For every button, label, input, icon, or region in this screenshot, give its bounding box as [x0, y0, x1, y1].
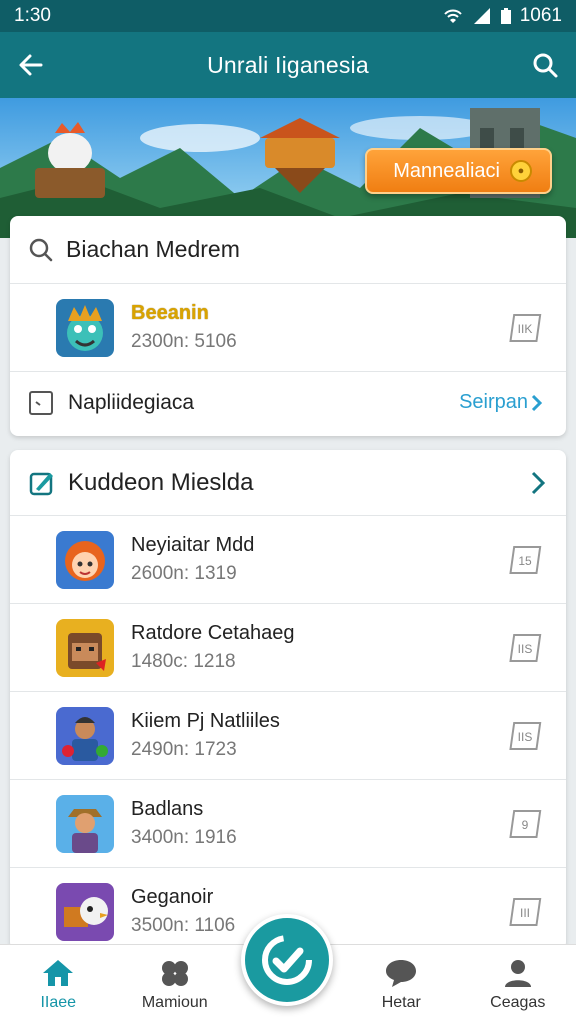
- nav-label-home: IIaee: [40, 993, 77, 1011]
- featured-app-row[interactable]: Beeanin 2300n: 5106 IIK: [10, 284, 566, 372]
- search-icon: [533, 53, 558, 78]
- coin-icon: ●: [510, 160, 532, 182]
- search-icon: [29, 238, 53, 261]
- featured-app-icon: [56, 298, 114, 357]
- app-icon: [56, 882, 114, 941]
- app-name: Ratdore Cetahaeg: [131, 622, 295, 644]
- section-title: Kuddeon Mieslda: [68, 468, 254, 496]
- nav-label-profile: Ceagas: [490, 993, 546, 1011]
- app-meta: 1480c: 1218: [131, 651, 236, 672]
- list-item[interactable]: Ratdore Cetahaeg 1480c: 1218 IIS: [10, 604, 566, 692]
- list-item[interactable]: Badlans 3400n: 1916 9: [10, 780, 566, 868]
- app-icon: [56, 530, 114, 589]
- profile-icon: [504, 959, 531, 987]
- home-icon: [43, 959, 74, 986]
- nav-item-home[interactable]: IIaee: [0, 945, 117, 1024]
- banner-cta-button[interactable]: Mannealiaci ●: [365, 148, 552, 194]
- app-name: Kiiem Pj Natliiles: [131, 710, 280, 732]
- featured-app-meta: 2300n: 5106: [131, 331, 237, 352]
- back-button[interactable]: [14, 48, 48, 82]
- banner-cta-label: Mannealiaci: [393, 159, 500, 182]
- search-button[interactable]: [528, 48, 562, 82]
- rating-badge-text: IIS: [518, 642, 533, 656]
- app-name: Neyiaitar Mdd: [131, 534, 255, 556]
- more-label: Napliidegiaca: [68, 391, 195, 414]
- search-row[interactable]: Biachan Medrem: [10, 216, 566, 284]
- rating-badge-icon[interactable]: III: [506, 893, 544, 931]
- featured-app-name: Beeanin: [131, 302, 209, 324]
- search-label: Biachan Medrem: [66, 236, 240, 262]
- rating-badge-text: III: [520, 906, 530, 920]
- app-list: Neyiaitar Mdd 2600n: 1319 15 Ratdore Cetaha…: [10, 516, 566, 950]
- list-item[interactable]: Neyiaitar Mdd 2600n: 1319 15: [10, 516, 566, 604]
- chat-icon: [386, 959, 417, 987]
- status-time: 1:30: [14, 5, 51, 26]
- wifi-icon: [443, 9, 462, 23]
- nav-item-community[interactable]: Mamioun: [117, 945, 234, 1024]
- rating-badge-icon[interactable]: 9: [506, 805, 544, 843]
- app-meta: 2490n: 1723: [131, 739, 237, 760]
- status-bar: 1:30 1061: [0, 0, 576, 32]
- chevron-right-icon: [531, 394, 543, 411]
- page-title: Unrali Iiganesia: [207, 51, 369, 78]
- app-icon: [56, 794, 114, 853]
- rating-badge-text: IIS: [518, 730, 533, 744]
- rating-badge-icon[interactable]: IIK: [506, 309, 544, 347]
- app-meta: 3400n: 1916: [131, 827, 237, 848]
- app-meta: 3500n: 1106: [131, 915, 236, 936]
- app-icon: [56, 706, 114, 765]
- rating-badge-text: 9: [522, 818, 529, 832]
- check-refresh-icon: [262, 935, 312, 985]
- see-all-label: Seirpan: [459, 391, 528, 413]
- image-icon: [29, 391, 53, 415]
- status-battery-text: 1061: [519, 5, 562, 26]
- more-row[interactable]: Napliidegiaca Seirpan: [10, 372, 566, 434]
- floating-action-button[interactable]: [241, 914, 333, 1006]
- arrow-left-icon: [19, 54, 43, 76]
- rating-badge-text: 15: [518, 554, 532, 568]
- rating-badge-icon[interactable]: IIS: [506, 717, 544, 755]
- nav-item-profile[interactable]: Ceagas: [460, 945, 576, 1024]
- community-icon: [161, 960, 188, 986]
- app-name: Geganoir: [131, 886, 214, 908]
- nav-label-community: Mamioun: [141, 993, 208, 1011]
- rating-badge-icon[interactable]: 15: [506, 541, 544, 579]
- see-all-link[interactable]: Seirpan: [459, 391, 544, 414]
- nav-item-chat[interactable]: Hetar: [343, 945, 460, 1024]
- list-item[interactable]: Kiiem Pj Natliiles 2490n: 1723 IIS: [10, 692, 566, 780]
- section-header[interactable]: Kuddeon Mieslda: [10, 450, 566, 516]
- search-card: Biachan Medrem Beeanin 2300n: 5106 IIK N…: [10, 216, 566, 436]
- signal-icon: [473, 8, 490, 24]
- battery-icon: [500, 8, 511, 24]
- app-name: Badlans: [131, 798, 204, 820]
- chevron-right-icon[interactable]: [530, 470, 546, 496]
- edit-icon: [29, 472, 53, 495]
- app-icon: [56, 618, 114, 677]
- rating-badge-icon[interactable]: IIS: [506, 629, 544, 667]
- rating-badge-text: IIK: [518, 322, 533, 336]
- app-meta: 2600n: 1319: [131, 563, 237, 584]
- nav-label-chat: Hetar: [381, 993, 421, 1011]
- app-bar: Unrali Iiganesia: [0, 32, 576, 98]
- section-card: Kuddeon Mieslda Neyiaitar Mdd 2600n: 1319…: [10, 450, 566, 950]
